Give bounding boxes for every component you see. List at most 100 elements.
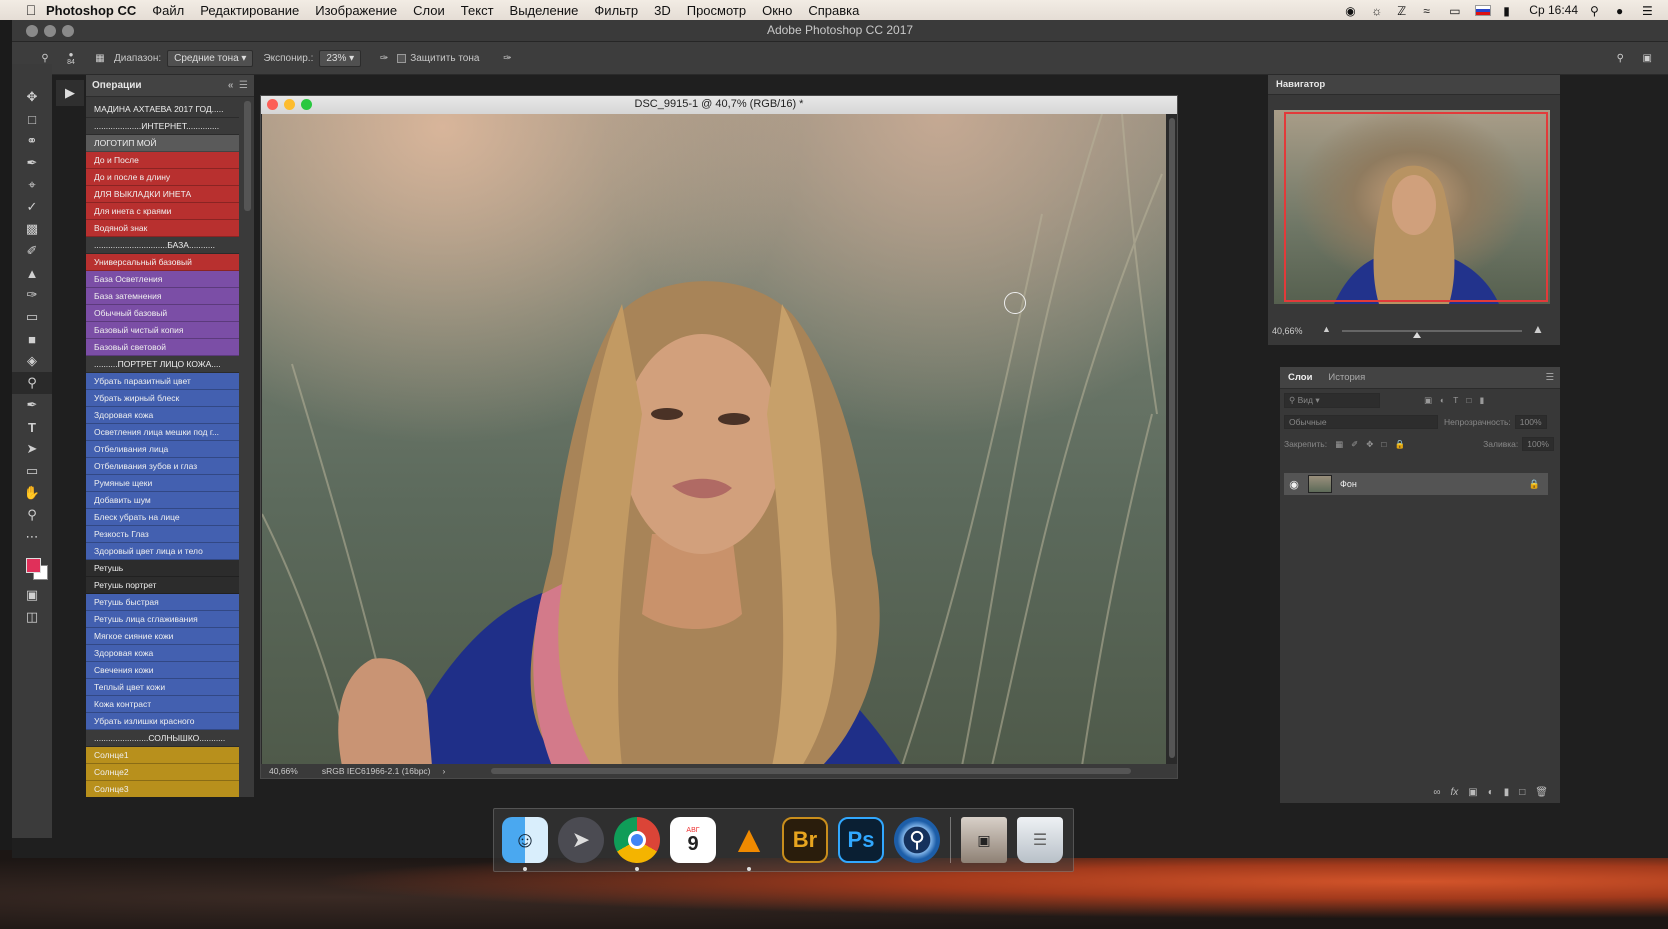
layer-filter-select[interactable]: ⚲ Вид ▾ — [1284, 392, 1380, 408]
action-item[interactable]: Ретушь — [86, 560, 239, 577]
healing-brush-tool-icon[interactable]: ▩ — [12, 218, 52, 240]
zoom-out-icon[interactable]: ▲ — [1322, 324, 1331, 334]
brush-preview-icon[interactable]: ● 84 — [56, 50, 86, 66]
image-canvas[interactable] — [262, 114, 1166, 766]
quick-mask-icon[interactable]: ▣ — [12, 584, 52, 606]
hand-tool-icon[interactable]: ✋ — [12, 482, 52, 504]
workspace-icon[interactable]: ▣ — [1643, 53, 1652, 64]
action-item[interactable]: .......................СОЛНЫШКО.........… — [86, 730, 239, 747]
crop-tool-icon[interactable]: ⌖ — [12, 174, 52, 196]
lock-icons[interactable]: ▦✐✥□🔒 — [1335, 439, 1413, 450]
action-item[interactable]: Свечения кожи — [86, 662, 239, 679]
menu-help[interactable]: Справка — [808, 3, 859, 18]
document-vertical-scrollbar[interactable] — [1169, 118, 1175, 758]
adjustment-layer-icon[interactable]: ◐ — [1488, 787, 1494, 798]
spotlight-icon[interactable]: ⚲ — [1590, 4, 1604, 18]
action-item[interactable]: До и после в длину — [86, 169, 239, 186]
navigator-zoom-slider-handle[interactable] — [1413, 332, 1421, 338]
battery-icon[interactable]: ▮ — [1503, 4, 1517, 18]
actions-scrollbar[interactable] — [244, 101, 251, 211]
action-item[interactable]: Осветления лица мешки под г... — [86, 424, 239, 441]
new-layer-icon[interactable]: □ — [1519, 787, 1525, 798]
action-item[interactable]: Отбеливания зубов и глаз — [86, 458, 239, 475]
action-item[interactable]: ЛОГОТИП МОЙ — [86, 135, 239, 152]
tab-history[interactable]: История — [1320, 372, 1373, 383]
creative-cloud-icon[interactable]: ☼ — [1371, 4, 1385, 18]
clone-stamp-tool-icon[interactable]: ▲ — [12, 262, 52, 284]
downloads-stack-icon[interactable]: ▣ — [961, 817, 1007, 863]
action-item[interactable]: Румяные щеки — [86, 475, 239, 492]
document-zoom[interactable]: 40,66% — [269, 766, 298, 776]
notification-center-icon[interactable]: ☰ — [1642, 4, 1656, 18]
menu-layers[interactable]: Слои — [413, 3, 445, 18]
fx-icon[interactable]: fx — [1450, 787, 1458, 798]
foreground-color-swatch[interactable] — [26, 558, 41, 573]
quick-selection-tool-icon[interactable]: ✒ — [12, 152, 52, 174]
protect-tones-checkbox[interactable] — [397, 53, 407, 63]
eraser-tool-icon[interactable]: ▭ — [12, 306, 52, 328]
action-item[interactable]: ДЛЯ ВЫКЛАДКИ ИНЕТА — [86, 186, 239, 203]
color-swatches[interactable] — [12, 548, 52, 584]
zoom-in-icon[interactable]: ▲ — [1532, 322, 1544, 336]
menu-filter[interactable]: Фильтр — [594, 3, 638, 18]
collapse-panel-icon[interactable]: « ☰ — [228, 80, 248, 91]
siri-icon[interactable]: ● — [1616, 4, 1630, 18]
record-icon[interactable]: ◉ — [1345, 4, 1359, 18]
path-selection-tool-icon[interactable]: ➤ — [12, 438, 52, 460]
action-item[interactable]: Базовый световой — [86, 339, 239, 356]
launchpad-icon[interactable]: ➤ — [558, 817, 604, 863]
navigator-view-frame[interactable] — [1284, 112, 1548, 302]
action-item[interactable]: Убрать жирный блеск — [86, 390, 239, 407]
tab-layers[interactable]: Слои — [1280, 372, 1320, 383]
navigator-tab[interactable]: Навигатор — [1268, 75, 1560, 95]
action-item[interactable]: Теплый цвет кожи — [86, 679, 239, 696]
calendar-icon[interactable]: АВГ 9 — [670, 817, 716, 863]
eyedropper-tool-icon[interactable]: ✓ — [12, 196, 52, 218]
trash-icon[interactable]: ☰ — [1017, 817, 1063, 863]
action-item[interactable]: Убрать излишки красного — [86, 713, 239, 730]
finder-icon[interactable]: ☺ — [502, 817, 548, 871]
bridge-icon[interactable]: Br — [782, 817, 828, 863]
delete-layer-icon[interactable]: 🗑 — [1535, 787, 1548, 798]
link-layers-icon[interactable]: ∞ — [1433, 787, 1440, 798]
action-item[interactable]: Универсальный базовый — [86, 254, 239, 271]
menu-select[interactable]: Выделение — [510, 3, 579, 18]
add-mask-icon[interactable]: ▣ — [1468, 787, 1477, 798]
action-item[interactable]: Кожа контраст — [86, 696, 239, 713]
action-item[interactable]: Здоровый цвет лица и тело — [86, 543, 239, 560]
rectangle-tool-icon[interactable]: ▭ — [12, 460, 52, 482]
filter-icons[interactable]: ▣◐T□▮ — [1424, 395, 1492, 406]
action-item[interactable]: Солнце3 — [86, 781, 239, 797]
layer-row-background[interactable]: ◉ Фон 🔒 — [1284, 473, 1548, 495]
action-item[interactable]: Ретушь портрет — [86, 577, 239, 594]
new-group-icon[interactable]: ▮ — [1504, 787, 1510, 798]
airbrush-icon[interactable]: ✑ — [371, 53, 397, 64]
range-select[interactable]: Средние тона ▾ — [167, 49, 254, 67]
vlc-icon[interactable]: ▲ — [726, 817, 772, 871]
visibility-eye-icon[interactable]: ◉ — [1284, 478, 1304, 491]
navigator-zoom[interactable]: 40,66% — [1272, 326, 1303, 336]
search-icon[interactable]: ⚲ — [1617, 53, 1624, 64]
fill-field[interactable]: 100% — [1522, 437, 1554, 451]
action-item[interactable]: Отбеливания лица — [86, 441, 239, 458]
screen-mode-icon[interactable]: ◫ — [12, 606, 52, 628]
action-item[interactable]: Блеск убрать на лице — [86, 509, 239, 526]
navigator-zoom-slider[interactable] — [1342, 330, 1522, 332]
panel-menu-icon[interactable]: ☰ — [1545, 372, 1554, 383]
more-tools-icon[interactable]: ⋯ — [12, 526, 52, 548]
action-item[interactable]: Ретушь быстрая — [86, 594, 239, 611]
actions-panel-title[interactable]: Операции — [92, 80, 142, 91]
action-item[interactable]: Добавить шум — [86, 492, 239, 509]
input-language-flag-icon[interactable] — [1475, 4, 1492, 16]
dodge-tool-icon[interactable]: ⚲ — [12, 372, 52, 394]
blur-tool-icon[interactable]: ◈ — [12, 350, 52, 372]
action-item[interactable]: Ретушь лица сглаживания — [86, 611, 239, 628]
action-item[interactable]: Водяной знак — [86, 220, 239, 237]
menu-3d[interactable]: 3D — [654, 3, 671, 18]
blend-mode-select[interactable]: Обычные — [1284, 415, 1438, 429]
menu-file[interactable]: Файл — [152, 3, 184, 18]
menu-image[interactable]: Изображение — [315, 3, 397, 18]
photoshop-icon[interactable]: Ps — [838, 817, 884, 863]
action-item[interactable]: До и После — [86, 152, 239, 169]
action-item[interactable]: Здоровая кожа — [86, 645, 239, 662]
